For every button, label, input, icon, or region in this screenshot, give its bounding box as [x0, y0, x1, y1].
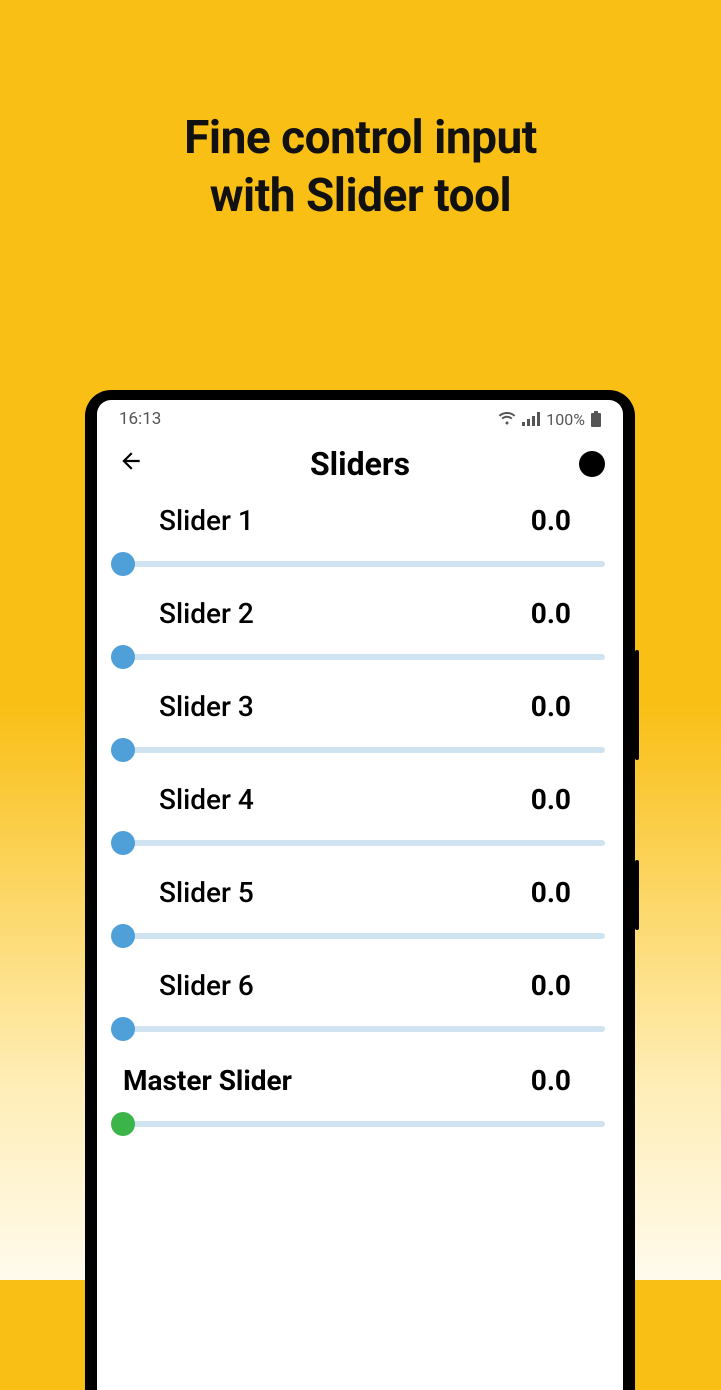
slider[interactable] [111, 638, 609, 676]
slider-thumb[interactable] [111, 924, 135, 948]
master-slider-row: Master Slider 0.0 [111, 1048, 609, 1097]
slider-label-row: Slider 3 0.0 [111, 690, 609, 723]
slider-track-line [121, 561, 605, 567]
status-dot-button[interactable] [579, 451, 605, 477]
slider-thumb[interactable] [111, 738, 135, 762]
master-slider-label: Master Slider [123, 1064, 292, 1097]
promo-headline: Fine control input with Slider tool [0, 0, 721, 225]
phone-side-button [635, 650, 639, 760]
slider-name: Slider 1 [159, 504, 254, 537]
slider[interactable] [111, 545, 609, 583]
slider-block: Slider 4 0.0 [111, 769, 609, 862]
back-button[interactable] [115, 448, 147, 480]
wifi-icon [498, 412, 516, 426]
status-bar: 16:13 100% [97, 400, 623, 438]
signal-icon [522, 412, 540, 426]
slider-label-row: Slider 5 0.0 [111, 876, 609, 909]
slider-thumb[interactable] [111, 552, 135, 576]
slider-track-line [121, 1026, 605, 1032]
headline-line-1: Fine control input [0, 110, 721, 168]
slider-track-line [121, 654, 605, 660]
slider-block: Slider 1 0.0 [111, 490, 609, 583]
slider-name: Slider 5 [159, 876, 254, 909]
slider-block: Slider 5 0.0 [111, 862, 609, 955]
slider-thumb[interactable] [111, 645, 135, 669]
slider-name: Slider 2 [159, 597, 254, 630]
slider[interactable] [111, 731, 609, 769]
slider-label-row: Slider 2 0.0 [111, 597, 609, 630]
slider-track-line [121, 933, 605, 939]
status-time: 16:13 [119, 409, 161, 429]
slider-label-row: Slider 1 0.0 [111, 504, 609, 537]
arrow-left-icon [118, 448, 144, 474]
slider-value: 0.0 [531, 597, 571, 630]
slider-thumb[interactable] [111, 1112, 135, 1136]
page-title: Sliders [97, 445, 623, 483]
slider-name: Slider 3 [159, 690, 254, 723]
headline-line-2: with Slider tool [0, 168, 721, 226]
slider-name: Slider 4 [159, 783, 254, 816]
slider-value: 0.0 [531, 504, 571, 537]
slider-block: Slider 3 0.0 [111, 676, 609, 769]
status-right: 100% [498, 410, 601, 429]
slider-thumb[interactable] [111, 831, 135, 855]
slider-label-row: Slider 4 0.0 [111, 783, 609, 816]
slider-value: 0.0 [531, 969, 571, 1002]
slider[interactable] [111, 1010, 609, 1048]
slider[interactable] [111, 917, 609, 955]
slider-thumb[interactable] [111, 1017, 135, 1041]
slider-label-row: Slider 6 0.0 [111, 969, 609, 1002]
master-slider-value: 0.0 [531, 1064, 571, 1097]
slider-value: 0.0 [531, 690, 571, 723]
slider[interactable] [111, 824, 609, 862]
slider-value: 0.0 [531, 876, 571, 909]
master-slider[interactable] [111, 1105, 609, 1143]
sliders-list: Slider 10.0Slider 20.0Slider 30.0Slider … [97, 490, 623, 1143]
battery-icon [591, 411, 601, 427]
slider-value: 0.0 [531, 783, 571, 816]
phone-frame: 16:13 100% Sliders Slider 1 0.0 Slider 2 0.… [85, 390, 635, 1390]
slider-track-line [121, 747, 605, 753]
slider-track-line [121, 1121, 605, 1127]
slider-block: Slider 2 0.0 [111, 583, 609, 676]
slider-block: Slider 6 0.0 [111, 955, 609, 1048]
slider-track-line [121, 840, 605, 846]
phone-side-button [635, 860, 639, 930]
slider-name: Slider 6 [159, 969, 254, 1002]
app-bar: Sliders [97, 438, 623, 490]
battery-percent: 100% [546, 410, 585, 429]
phone-screen: 16:13 100% Sliders Slider 1 0.0 Slider 2 0.… [97, 400, 623, 1390]
